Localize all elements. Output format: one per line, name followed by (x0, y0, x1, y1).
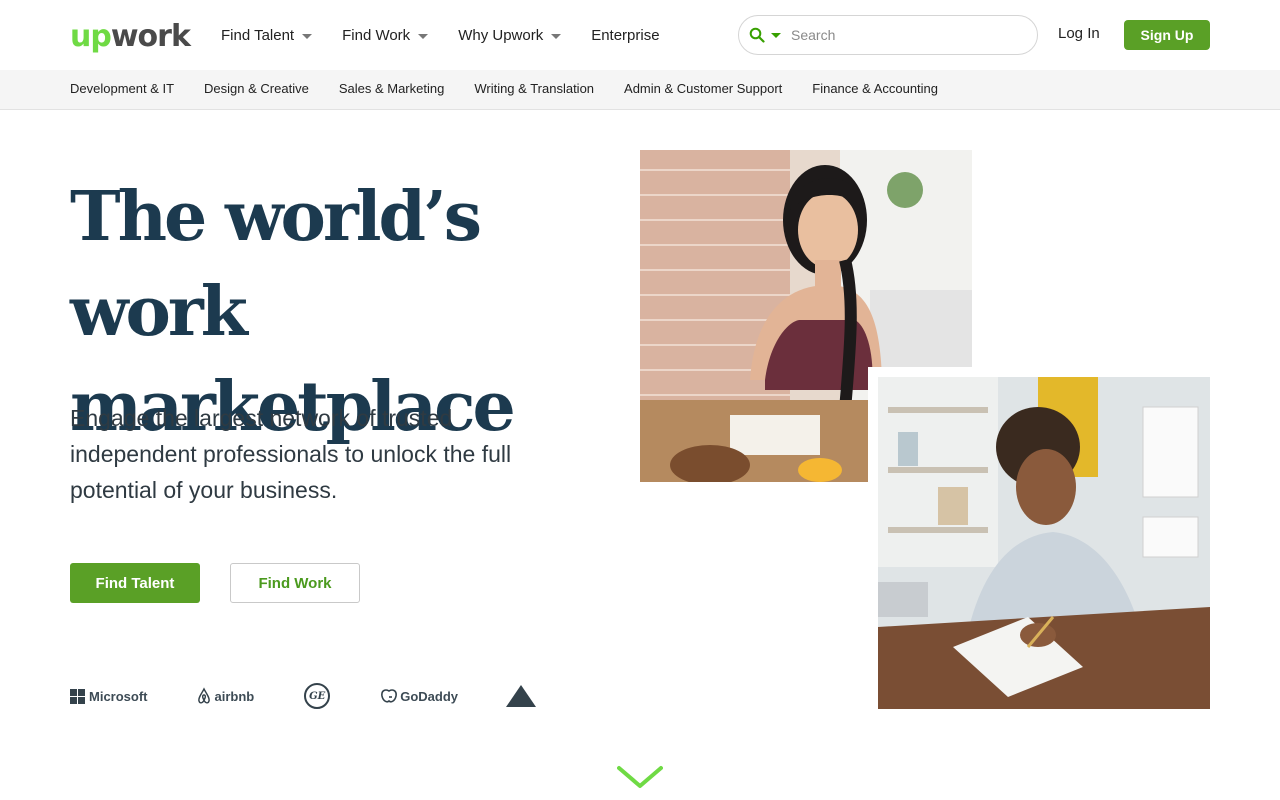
find-talent-button[interactable]: Find Talent (70, 563, 200, 603)
category-development-it[interactable]: Development & IT (70, 81, 174, 96)
hero-subtitle: Engage the largest network of trusted in… (70, 405, 512, 503)
login-link[interactable]: Log In (1058, 25, 1100, 42)
ge-logo: GE (304, 683, 331, 709)
category-finance-accounting[interactable]: Finance & Accounting (812, 81, 938, 96)
bissell-logo (506, 685, 537, 707)
bissell-triangle-icon (506, 685, 537, 707)
nav-find-talent[interactable]: Find Talent (221, 24, 313, 46)
airbnb-label: airbnb (214, 688, 255, 704)
nav-find-work[interactable]: Find Work (342, 24, 429, 46)
logo-work-text: work (110, 19, 191, 54)
find-work-button[interactable]: Find Work (230, 563, 360, 603)
category-writing-translation[interactable]: Writing & Translation (474, 81, 594, 96)
hero-title-line1: The world’s work (70, 177, 482, 352)
chevron-down-icon (302, 33, 313, 39)
signup-button[interactable]: Sign Up (1124, 20, 1210, 50)
godaddy-logo: GoDaddy (380, 688, 458, 704)
category-admin-support[interactable]: Admin & Customer Support (624, 81, 782, 96)
chevron-down-icon (418, 33, 429, 39)
category-design-creative[interactable]: Design & Creative (204, 81, 309, 96)
search-box (738, 15, 1038, 55)
nav-why-upwork-label: Why Upwork (458, 26, 544, 44)
search-icon[interactable] (749, 27, 765, 43)
search-input[interactable] (791, 27, 1021, 43)
nav-enterprise-label: Enterprise (591, 26, 660, 44)
ge-label: GE (304, 683, 331, 709)
chevron-down-icon (551, 33, 562, 39)
main-nav: Find Talent Find Work Why Upwork Enterpr… (221, 24, 690, 46)
nav-why-upwork[interactable]: Why Upwork (458, 24, 562, 46)
nav-find-work-label: Find Work (342, 26, 411, 44)
nav-find-talent-label: Find Talent (221, 26, 295, 44)
godaddy-label: GoDaddy (400, 688, 459, 704)
microsoft-logo: Microsoft (70, 688, 148, 704)
upwork-logo[interactable]: up work (70, 16, 191, 54)
category-bar: Development & IT Design & Creative Sales… (0, 70, 1280, 110)
hero-photo-man (878, 377, 1210, 709)
godaddy-icon (381, 689, 398, 703)
chevron-down-icon[interactable] (617, 764, 663, 792)
microsoft-grid-icon (70, 688, 85, 704)
nav-enterprise[interactable]: Enterprise (591, 24, 659, 46)
airbnb-icon (197, 687, 210, 704)
search-type-dropdown[interactable] (771, 32, 781, 38)
logo-up-text: up (70, 19, 112, 54)
microsoft-label: Microsoft (89, 688, 148, 704)
trusted-by-logos: Microsoft airbnb GE GoDaddy (70, 682, 537, 710)
airbnb-logo: airbnb (196, 687, 255, 705)
category-sales-marketing[interactable]: Sales & Marketing (339, 81, 445, 96)
top-header: up work Find Talent Find Work Why Upwork… (0, 0, 1280, 70)
